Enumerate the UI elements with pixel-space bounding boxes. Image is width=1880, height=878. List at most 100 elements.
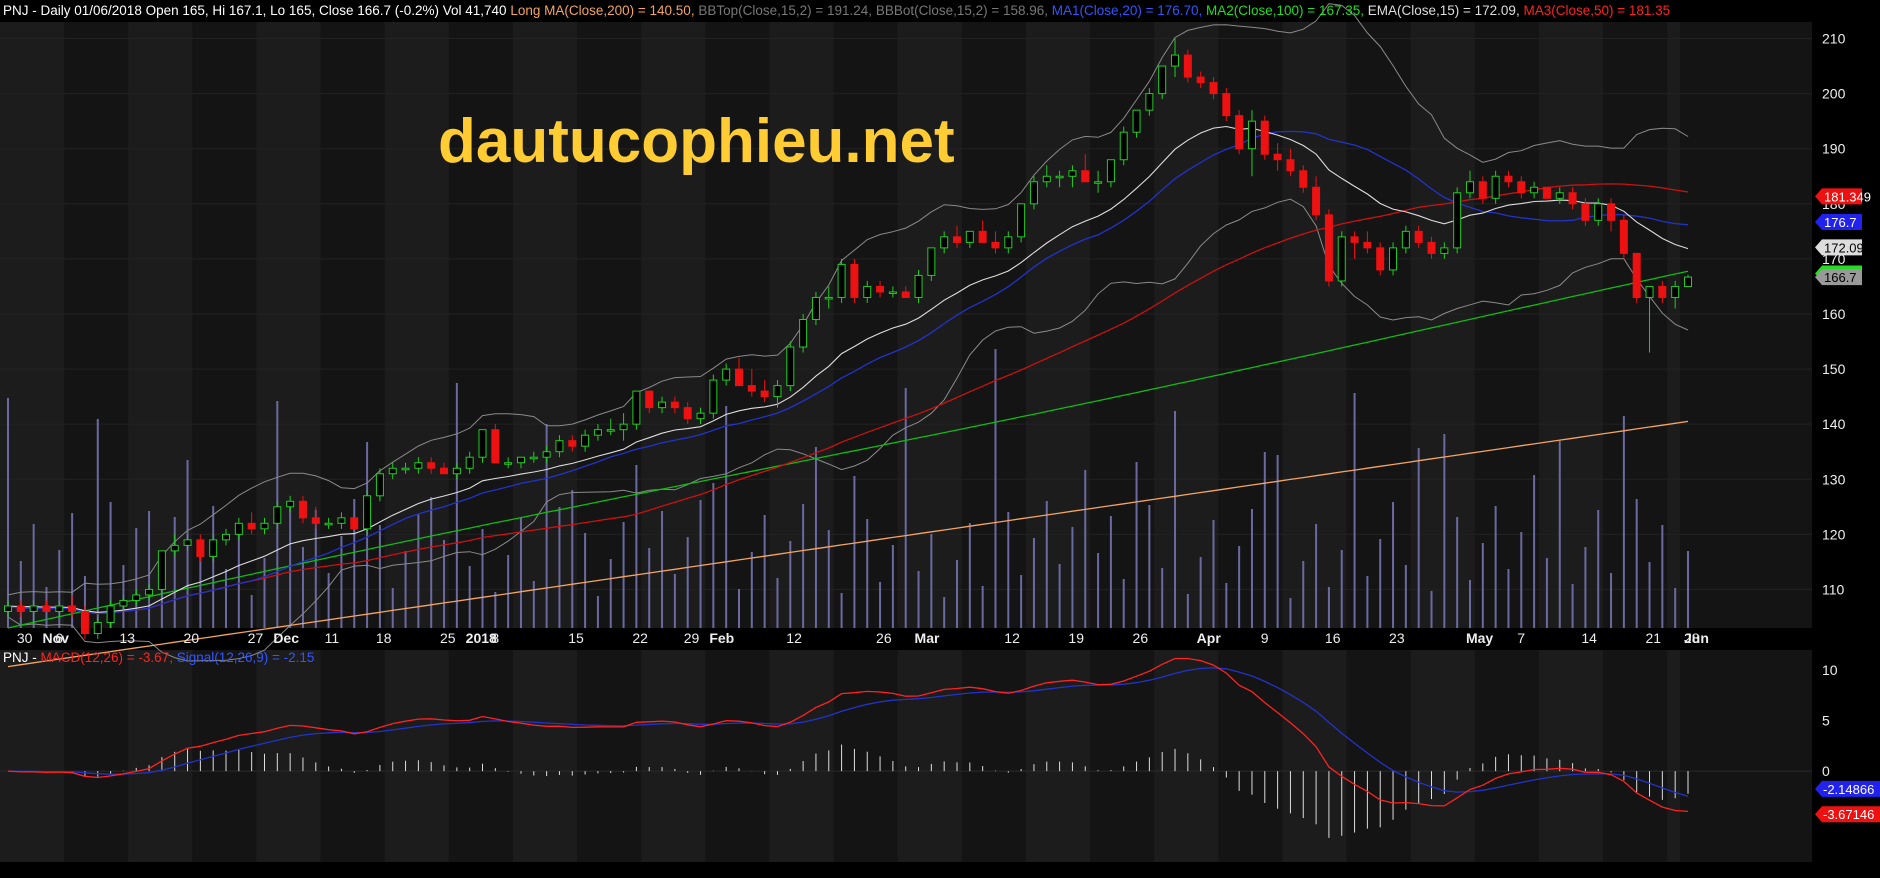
candle-body: [1337, 236, 1346, 282]
candle-body: [965, 230, 974, 243]
date-label: 29: [684, 630, 700, 646]
candle-body: [824, 296, 833, 300]
week-stripe: [1154, 650, 1219, 862]
candle-body: [1581, 203, 1590, 221]
candle-body: [555, 440, 564, 453]
value-badge-label: 176.7: [1824, 215, 1857, 230]
date-label: 8: [491, 630, 499, 646]
candle-body: [529, 456, 538, 460]
candle-body: [414, 462, 423, 469]
week-stripe: [1154, 22, 1219, 628]
price-tick-label: 110: [1822, 581, 1845, 597]
candle-body: [222, 533, 231, 541]
date-label: 15: [568, 630, 584, 646]
candle-body: [709, 379, 718, 414]
value-badge-label: 166.7: [1824, 270, 1857, 285]
macd-tick-label: 0: [1822, 763, 1830, 779]
candle-body: [850, 263, 859, 298]
price-tick-label: 160: [1822, 306, 1846, 322]
candle-body: [991, 241, 1000, 249]
candle-body: [132, 594, 141, 601]
week-stripe: [1667, 650, 1680, 862]
candle-body: [478, 429, 487, 458]
week-stripe: [1410, 650, 1475, 862]
candle-body: [452, 467, 461, 475]
candle-body: [29, 605, 38, 612]
candle-body: [324, 522, 333, 526]
candle-body: [311, 517, 320, 524]
macd-legend: PNJ - MACD(12,26) = -3.67, Signal(12,26,…: [3, 650, 314, 665]
candle-body: [799, 318, 808, 348]
candle-body: [1504, 175, 1513, 183]
candle-body: [1119, 131, 1128, 161]
date-label: 7: [1517, 630, 1525, 646]
date-label: 20: [184, 630, 200, 646]
header-indicator: Long MA(Close,200) = 140.50,: [507, 3, 695, 18]
candle-body: [1324, 214, 1333, 282]
price-tick-label: 120: [1822, 526, 1846, 542]
candle-body: [93, 621, 102, 635]
date-label: 13: [119, 630, 135, 646]
week-stripe: [1282, 22, 1347, 628]
candle-body: [1607, 203, 1616, 221]
candle-body: [504, 462, 513, 465]
date-label: 16: [1325, 630, 1341, 646]
date-label: 22: [632, 630, 648, 646]
candle-body: [619, 423, 628, 431]
candle-body: [747, 385, 756, 392]
candle-body: [901, 291, 910, 298]
candle-body: [734, 368, 743, 387]
candle-body: [1196, 76, 1205, 84]
week-stripe: [1538, 650, 1604, 862]
candle-body: [1568, 192, 1577, 205]
candle-body: [1183, 54, 1192, 78]
header-indicator: MA1(Close,20) = 176.70,: [1048, 3, 1202, 18]
candle-body: [1684, 276, 1692, 287]
candle-body: [286, 500, 295, 508]
macd-tick-label: 5: [1822, 713, 1830, 729]
candle-body: [1530, 186, 1539, 194]
candle-body: [1453, 192, 1462, 249]
week-stripe: [1538, 22, 1604, 628]
candle-body: [1247, 120, 1256, 150]
week-stripe: [0, 650, 65, 862]
candle-body: [298, 500, 307, 519]
date-label: 26: [1133, 630, 1149, 646]
candle-body: [273, 506, 282, 524]
price-chart[interactable]: 110120130140150160170180190200210181.349…: [0, 0, 1880, 878]
date-label: Jun: [1684, 630, 1709, 646]
candle-body: [55, 605, 64, 612]
macd-tick-label: 10: [1822, 662, 1838, 678]
date-label: 12: [786, 630, 802, 646]
candle-body: [632, 390, 641, 425]
week-stripe: [1025, 22, 1091, 628]
macd-value-badge-label: -2.14866: [1823, 782, 1874, 797]
week-stripe: [256, 650, 321, 862]
week-stripe: [1667, 22, 1680, 628]
candle-body: [1158, 65, 1167, 95]
candle-body: [876, 285, 885, 293]
candle-body: [157, 550, 166, 590]
candle-body: [401, 467, 410, 471]
candle-body: [888, 291, 897, 294]
value-badge-label: 181.349: [1824, 189, 1871, 204]
week-stripe: [128, 650, 193, 862]
header-legend: PNJ - Daily 01/06/2018 Open 165, Hi 167.…: [3, 3, 1670, 18]
macd-value-badge-label: -3.67146: [1823, 807, 1874, 822]
price-tick-label: 190: [1822, 141, 1846, 157]
candle-body: [1145, 93, 1154, 111]
candle-body: [440, 467, 449, 475]
candle-body: [350, 517, 359, 530]
candle-body: [670, 401, 679, 409]
candle-body: [170, 544, 179, 552]
date-label: 9: [1261, 630, 1269, 646]
week-stripe: [1282, 650, 1347, 862]
header-indicator: BBBot(Close,15,2) = 158.96,: [872, 3, 1048, 18]
price-tick-label: 150: [1822, 361, 1846, 377]
candle-body: [811, 296, 820, 320]
candle-body: [978, 230, 987, 243]
candle-body: [1350, 236, 1359, 243]
candle-body: [1042, 175, 1051, 183]
candle-body: [1106, 159, 1115, 183]
date-label: Mar: [915, 630, 940, 646]
